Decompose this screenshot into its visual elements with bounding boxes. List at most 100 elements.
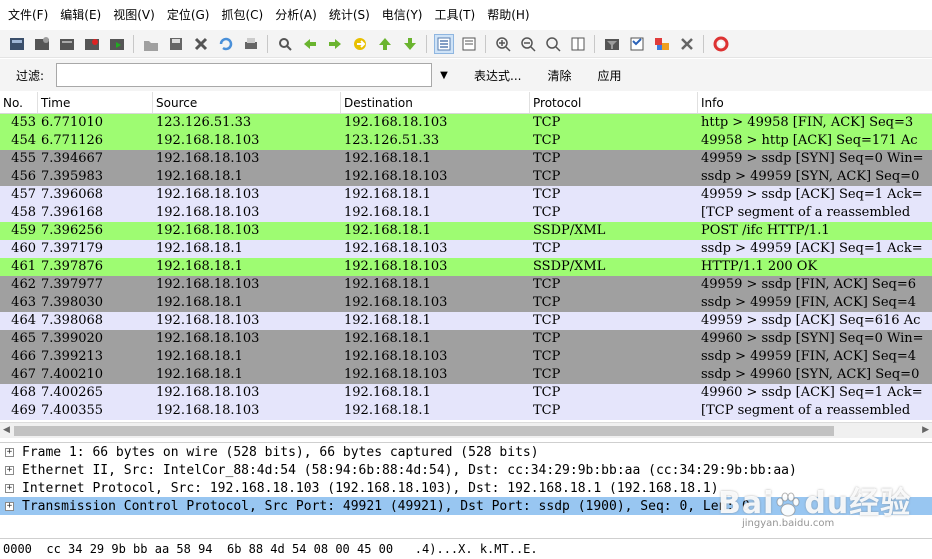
menu-item[interactable]: 帮助(H) — [481, 0, 535, 30]
packet-row[interactable]: 465 7.399020 192.168.18.103 192.168.18.1 TCP… — [0, 330, 932, 348]
find-packet-icon[interactable] — [275, 34, 295, 54]
cell-time: 6.771126 — [41, 133, 104, 148]
detail-tree-row[interactable]: + Frame 1: 66 bytes on wire (528 bits), 6… — [0, 443, 932, 461]
menu-item[interactable]: 定位(G) — [161, 0, 216, 30]
filter-dropdown-icon[interactable]: ▼ — [434, 70, 454, 81]
menu-item[interactable]: 统计(S) — [323, 0, 376, 30]
packet-row[interactable]: 468 7.400265 192.168.18.103 192.168.18.1 TCP… — [0, 384, 932, 402]
cell-no: 456 — [11, 169, 36, 184]
packet-row[interactable]: 462 7.397977 192.168.18.103 192.168.18.1 TCP… — [0, 276, 932, 294]
cell-info: ssdp > 49959 [FIN, ACK] Seq=4 — [701, 295, 917, 310]
packet-row[interactable]: 460 7.397179 192.168.18.1 192.168.18.103 TCP… — [0, 240, 932, 258]
packet-list[interactable]: No. Time Source Destination Protocol Inf… — [0, 92, 932, 422]
packet-row[interactable]: 463 7.398030 192.168.18.1 192.168.18.103 TCP… — [0, 294, 932, 312]
toolbar-separator — [703, 34, 704, 53]
packet-row[interactable]: 456 7.395983 192.168.18.1 192.168.18.103 TCP… — [0, 168, 932, 186]
close-file-icon[interactable] — [191, 34, 211, 54]
menu-item[interactable]: 编辑(E) — [54, 0, 107, 30]
packet-row[interactable]: 458 7.396168 192.168.18.103 192.168.18.1 TCP… — [0, 204, 932, 222]
preferences-icon[interactable] — [677, 34, 697, 54]
cell-protocol: TCP — [533, 367, 561, 382]
go-last-icon[interactable] — [400, 34, 420, 54]
menu-item[interactable]: 视图(V) — [107, 0, 161, 30]
cell-protocol: TCP — [533, 151, 561, 166]
coloring-rules-icon[interactable] — [652, 34, 672, 54]
watermark-url: jingyan.baidu.com — [742, 518, 835, 529]
column-header-time[interactable]: Time — [38, 92, 153, 113]
packet-row[interactable]: 459 7.396256 192.168.18.103 192.168.18.1 SSD… — [0, 222, 932, 240]
go-back-icon[interactable] — [300, 34, 320, 54]
paw-icon — [774, 491, 804, 519]
column-header-no[interactable]: No. — [0, 92, 38, 113]
go-first-icon[interactable] — [375, 34, 395, 54]
cell-time: 7.397179 — [41, 241, 104, 256]
capture-filters-icon[interactable] — [602, 34, 622, 54]
restart-capture-icon[interactable] — [107, 34, 127, 54]
menu-item[interactable]: 文件(F) — [2, 0, 54, 30]
column-header-protocol[interactable]: Protocol — [530, 92, 698, 113]
display-filters-icon[interactable] — [627, 34, 647, 54]
clear-button[interactable]: 清除 — [541, 67, 577, 84]
resize-columns-icon[interactable] — [568, 34, 588, 54]
scrollbar-thumb[interactable] — [14, 426, 834, 436]
column-header-source[interactable]: Source — [153, 92, 341, 113]
detail-tree-row[interactable]: + Ethernet II, Src: IntelCor_88:4d:54 (58… — [0, 461, 932, 479]
cell-info: ssdp > 49960 [SYN, ACK] Seq=0 — [701, 367, 920, 382]
capture-options-icon[interactable] — [32, 34, 52, 54]
save-file-icon[interactable] — [166, 34, 186, 54]
zoom-in-icon[interactable] — [493, 34, 513, 54]
go-to-packet-icon[interactable] — [350, 34, 370, 54]
filter-label: 过滤: — [16, 68, 45, 83]
apply-button[interactable]: 应用 — [591, 67, 627, 84]
expression-button[interactable]: 表达式... — [468, 67, 527, 84]
cell-source: 192.168.18.1 — [156, 349, 243, 364]
print-icon[interactable] — [241, 34, 261, 54]
scroll-left-icon[interactable]: ◀ — [3, 425, 10, 435]
interface-list-icon[interactable] — [7, 34, 27, 54]
auto-scroll-icon[interactable] — [459, 34, 479, 54]
start-capture-icon[interactable] — [57, 34, 77, 54]
packet-row[interactable]: 466 7.399213 192.168.18.1 192.168.18.103 TCP… — [0, 348, 932, 366]
packet-row[interactable]: 469 7.400355 192.168.18.103 192.168.18.1 TCP… — [0, 402, 932, 420]
toolbar-separator — [594, 34, 595, 53]
cell-no: 457 — [11, 187, 36, 202]
menu-item[interactable]: 分析(A) — [269, 0, 323, 30]
go-forward-icon[interactable] — [325, 34, 345, 54]
open-file-icon[interactable] — [141, 34, 161, 54]
menu-item[interactable]: 电信(Y) — [376, 0, 429, 30]
watermark-logo: Bai du经验 — [718, 478, 911, 522]
horizontal-scrollbar[interactable]: ◀ ▶ — [0, 422, 932, 438]
expand-icon[interactable]: + — [5, 501, 14, 511]
cell-protocol: TCP — [533, 331, 561, 346]
packet-row[interactable]: 467 7.400210 192.168.18.1 192.168.18.103 TCP… — [0, 366, 932, 384]
menu-item[interactable]: 抓包(C) — [215, 0, 269, 30]
cell-time: 7.400355 — [41, 403, 104, 418]
help-icon[interactable] — [711, 34, 731, 54]
colorize-icon[interactable] — [434, 33, 454, 54]
expand-icon[interactable]: + — [5, 447, 14, 457]
stop-capture-icon[interactable] — [82, 34, 102, 54]
column-header-destination[interactable]: Destination — [341, 92, 530, 113]
column-header-info[interactable]: Info — [698, 92, 932, 113]
reload-icon[interactable] — [216, 34, 236, 54]
cell-no: 466 — [11, 349, 36, 364]
cell-no: 463 — [11, 295, 36, 310]
zoom-out-icon[interactable] — [518, 34, 538, 54]
packet-row[interactable]: 457 7.396068 192.168.18.103 192.168.18.1 TCP… — [0, 186, 932, 204]
packet-row[interactable]: 455 7.394667 192.168.18.103 192.168.18.1 TCP… — [0, 150, 932, 168]
expand-icon[interactable]: + — [5, 465, 14, 475]
expand-icon[interactable]: + — [5, 483, 14, 493]
cell-info: ssdp > 49959 [FIN, ACK] Seq=4 — [701, 349, 917, 364]
packet-row[interactable]: 454 6.771126 192.168.18.103 123.126.51.33 TC… — [0, 132, 932, 150]
scroll-right-icon[interactable]: ▶ — [922, 425, 929, 435]
main-toolbar — [0, 30, 932, 58]
watermark-logo-c: 经验 — [849, 486, 912, 521]
packet-row[interactable]: 461 7.397876 192.168.18.1 192.168.18.103 SSD… — [0, 258, 932, 276]
zoom-normal-icon[interactable] — [543, 34, 563, 54]
packet-row[interactable]: 464 7.398068 192.168.18.103 192.168.18.1 TCP… — [0, 312, 932, 330]
menu-item[interactable]: 工具(T) — [429, 0, 482, 30]
cell-source: 123.126.51.33 — [156, 115, 252, 130]
cell-no: 453 — [11, 115, 36, 130]
packet-row[interactable]: 453 6.771010 123.126.51.33 192.168.18.103 TC… — [0, 114, 932, 132]
filter-input[interactable] — [56, 63, 432, 87]
